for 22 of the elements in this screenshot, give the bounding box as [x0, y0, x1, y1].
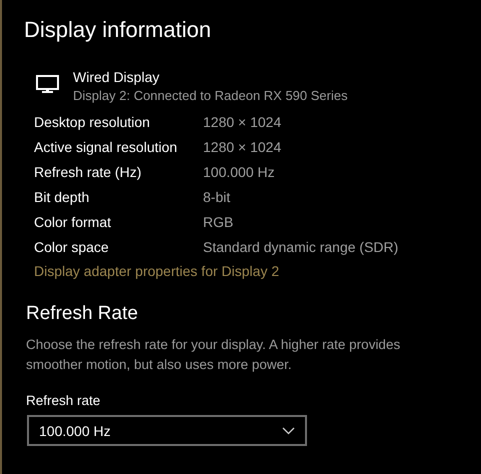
- monitor-icon: [36, 75, 59, 94]
- section-heading: Refresh Rate: [26, 303, 139, 325]
- property-value: 100.000 Hz: [203, 163, 276, 182]
- property-label: Desktop resolution: [34, 113, 151, 132]
- refresh-rate-dropdown[interactable]: 100.000 Hz: [27, 415, 307, 446]
- page-title: Display information: [24, 17, 212, 43]
- property-value: RGB: [203, 213, 234, 232]
- property-label: Active signal resolution: [34, 138, 178, 157]
- field-label: Refresh rate: [26, 393, 100, 408]
- property-label: Color format: [34, 213, 112, 232]
- display-name: Wired Display: [73, 69, 160, 85]
- display-subtitle: Display 2: Connected to Radeon RX 590 Series: [73, 88, 348, 103]
- property-label: Color space: [34, 238, 110, 257]
- property-value: 8-bit: [203, 188, 232, 207]
- adapter-properties-link[interactable]: Display adapter properties for Display 2: [34, 263, 280, 279]
- property-label: Refresh rate (Hz): [34, 163, 142, 182]
- chevron-down-icon: [282, 426, 295, 434]
- property-value: Standard dynamic range (SDR): [203, 238, 400, 257]
- property-value: 1280 × 1024: [203, 113, 282, 132]
- property-label: Bit depth: [34, 188, 90, 207]
- section-description: Choose the refresh rate for your display. A higher rate provides smoother motion, but also uses more power.: [26, 336, 402, 374]
- property-value: 1280 × 1024: [203, 138, 282, 157]
